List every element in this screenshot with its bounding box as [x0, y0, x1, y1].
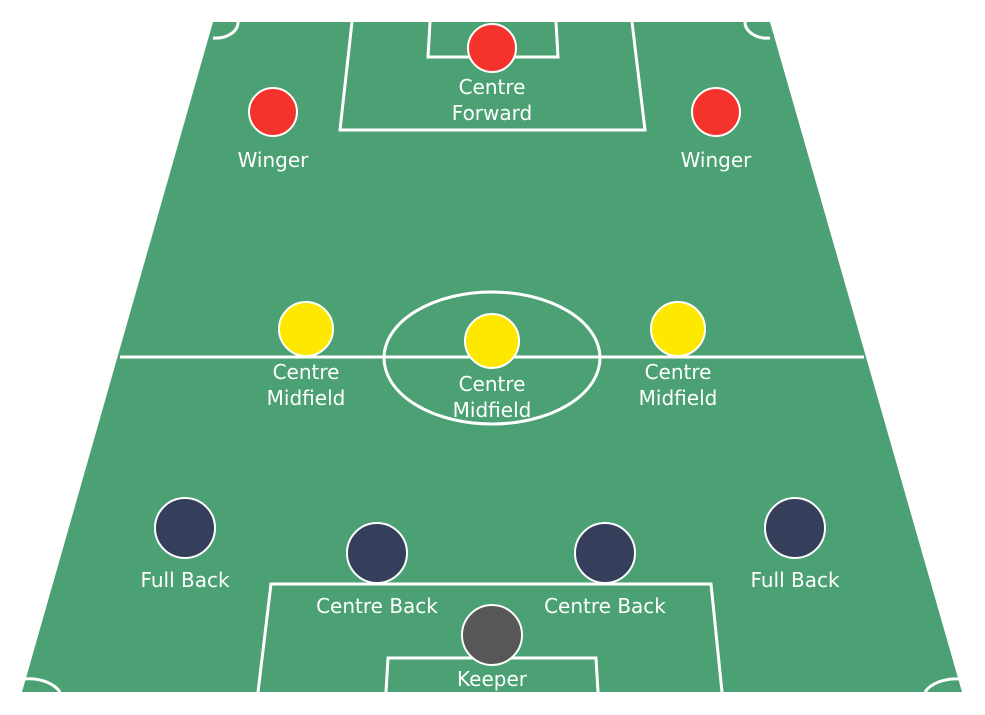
player-label-line1: Centre Back — [544, 594, 666, 618]
player-label-line1: Centre Back — [316, 594, 438, 618]
player-label-line2: Midfield — [267, 386, 346, 410]
player-keeper: Keeper — [457, 604, 528, 691]
player-label-line1: Winger — [238, 148, 310, 172]
player-label-line1: Centre — [273, 360, 340, 384]
player-label-line1: Winger — [681, 148, 753, 172]
player-marker — [650, 301, 706, 357]
player-label-line1: Full Back — [140, 568, 230, 592]
player-marker — [764, 497, 826, 559]
player-label-line2: Forward — [452, 101, 532, 125]
player-marker — [464, 313, 520, 369]
player-marker — [467, 23, 517, 73]
player-marker — [691, 87, 741, 137]
football-pitch-diagram: CentreForwardWinger WingerCentreMidfieldC… — [22, 21, 962, 693]
player-label-line1: Centre — [459, 372, 526, 396]
player-label-line1: Centre — [459, 75, 526, 99]
player-label-line1: Keeper — [457, 667, 528, 691]
player-marker — [248, 87, 298, 137]
player-label-line1: Centre — [645, 360, 712, 384]
player-label-line1: Full Back — [750, 568, 840, 592]
player-marker — [574, 522, 636, 584]
player-label-line2: Midfield — [453, 398, 532, 422]
player-marker — [278, 301, 334, 357]
player-label-line2: Midfield — [639, 386, 718, 410]
player-marker — [346, 522, 408, 584]
player-marker — [461, 604, 523, 666]
player-marker — [154, 497, 216, 559]
